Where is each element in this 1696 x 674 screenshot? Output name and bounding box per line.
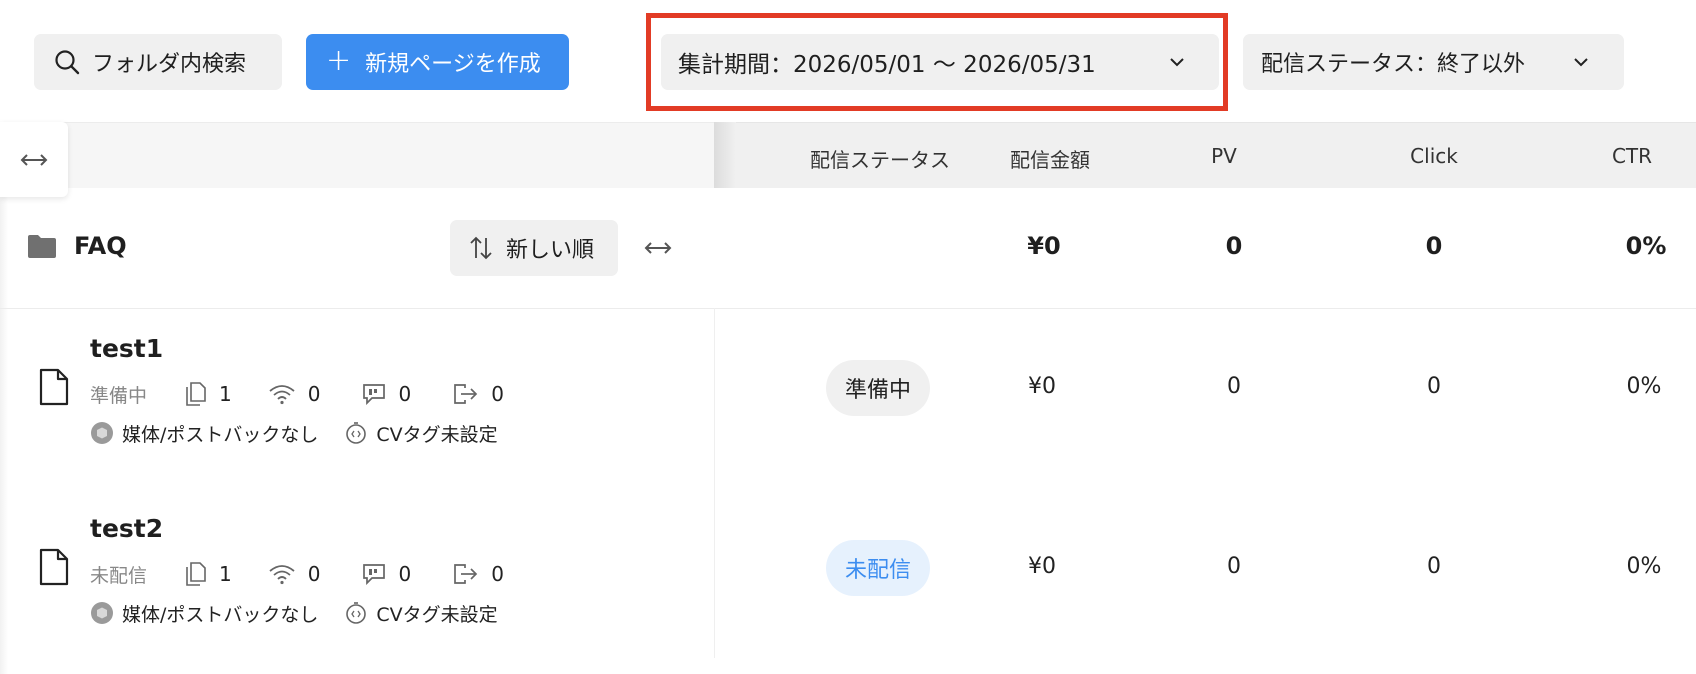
expand-horizontal-icon[interactable]: [643, 241, 673, 255]
sort-label: 新しい順: [506, 238, 595, 263]
cv-tag-icon: [346, 422, 367, 444]
sort-icon: [470, 236, 492, 260]
status-pill: 準備中: [826, 360, 930, 416]
page-ctr: 0%: [1626, 374, 1662, 399]
column-header-amount[interactable]: 配信金額: [1010, 144, 1090, 173]
status-filter-dropdown[interactable]: 配信ステータス：終了以外: [1243, 34, 1624, 90]
page-amount: ¥0: [1028, 554, 1056, 579]
folder-amount: ¥0: [1027, 232, 1061, 260]
page-tags: 媒体/ポストバックなし CVタグ未設定: [90, 599, 524, 627]
page-ctr: 0%: [1626, 554, 1662, 579]
signal-count: 0: [307, 562, 321, 586]
copies-count: 1: [219, 382, 232, 406]
cv-tag-label: CVタグ未設定: [376, 423, 498, 446]
folder-name: FAQ: [74, 232, 127, 260]
folder-row[interactable]: FAQ 新しい順 ¥0 0 0 0%: [0, 188, 1696, 308]
chevron-down-icon: [1170, 58, 1184, 67]
page-amount: ¥0: [1028, 374, 1056, 399]
search-icon: [55, 50, 80, 75]
column-header-ctr[interactable]: CTR: [1612, 144, 1652, 168]
page-pv: 0: [1227, 554, 1241, 579]
chevron-down-icon: [1574, 58, 1588, 67]
copy-icon: [186, 382, 206, 406]
media-label: 媒体/ポストバックなし: [122, 603, 319, 626]
folder-click: 0: [1425, 232, 1443, 260]
plus-icon: +: [326, 42, 352, 78]
copy-icon: [186, 562, 206, 586]
comment-icon: [363, 384, 386, 405]
page-status-text: 未配信: [90, 564, 148, 587]
page-row[interactable]: test1 準備中 1 0 0 0 媒体/ポストバックなし CVタグ未設定 準備…: [0, 308, 1696, 488]
cv-tag-label: CVタグ未設定: [376, 603, 498, 626]
table-header-shade: [714, 122, 736, 188]
media-icon: [91, 602, 113, 624]
sort-button[interactable]: 新しい順: [450, 220, 618, 276]
page-row[interactable]: test2 未配信 1 0 0 0 媒体/ポストバックなし CVタグ未設定 未配…: [0, 488, 1696, 668]
folder-icon: [28, 235, 56, 258]
file-icon: [39, 548, 69, 586]
page-status-text: 準備中: [90, 384, 148, 407]
wifi-icon: [269, 385, 295, 405]
comment-icon: [363, 564, 386, 585]
page-tags: 媒体/ポストバックなし CVタグ未設定: [90, 419, 524, 447]
period-dropdown[interactable]: 集計期間：2026/05/01 〜 2026/05/31: [661, 34, 1219, 90]
column-header-status[interactable]: 配信ステータス: [810, 144, 950, 173]
comment-count: 0: [398, 562, 412, 586]
column-header-pv[interactable]: PV: [1211, 144, 1237, 168]
media-icon: [91, 422, 113, 444]
copies-count: 1: [219, 562, 232, 586]
exit-icon: [454, 564, 478, 584]
folder-ctr: 0%: [1625, 232, 1667, 260]
page-title[interactable]: test2: [90, 514, 163, 543]
status-filter-label: 配信ステータス：終了以外: [1261, 52, 1526, 77]
signal-count: 0: [307, 382, 321, 406]
table-header: 配信ステータス 配信金額 PV Click CTR: [0, 122, 1696, 188]
folder-pv: 0: [1225, 232, 1243, 260]
comment-count: 0: [398, 382, 412, 406]
page-meta: 未配信 1 0 0 0: [90, 560, 504, 588]
status-pill: 未配信: [826, 540, 930, 596]
media-label: 媒体/ポストバックなし: [122, 423, 319, 446]
expand-horizontal-icon: [20, 153, 48, 166]
exit-count: 0: [491, 562, 504, 586]
folder-search-label: フォルダ内検索: [92, 52, 247, 77]
wifi-icon: [269, 565, 295, 585]
page-click: 0: [1427, 554, 1441, 579]
expand-sidebar-button[interactable]: [0, 122, 68, 197]
toolbar: フォルダ内検索 + 新規ページを作成 集計期間：2026/05/01 〜 202…: [0, 0, 1696, 122]
page-meta: 準備中 1 0 0 0: [90, 380, 504, 408]
column-header-click[interactable]: Click: [1410, 144, 1458, 168]
file-icon: [39, 368, 69, 406]
folder-search-button[interactable]: フォルダ内検索: [34, 34, 282, 90]
create-page-button[interactable]: + 新規ページを作成: [306, 34, 569, 90]
exit-icon: [454, 384, 478, 404]
exit-count: 0: [491, 382, 504, 406]
table-header-left: [0, 122, 714, 188]
page-title[interactable]: test1: [90, 334, 163, 363]
cv-tag-icon: [346, 602, 367, 624]
period-label: 集計期間：2026/05/01 〜 2026/05/31: [678, 52, 1096, 78]
page-click: 0: [1427, 374, 1441, 399]
create-page-label: 新規ページを作成: [365, 52, 541, 77]
page-pv: 0: [1227, 374, 1241, 399]
